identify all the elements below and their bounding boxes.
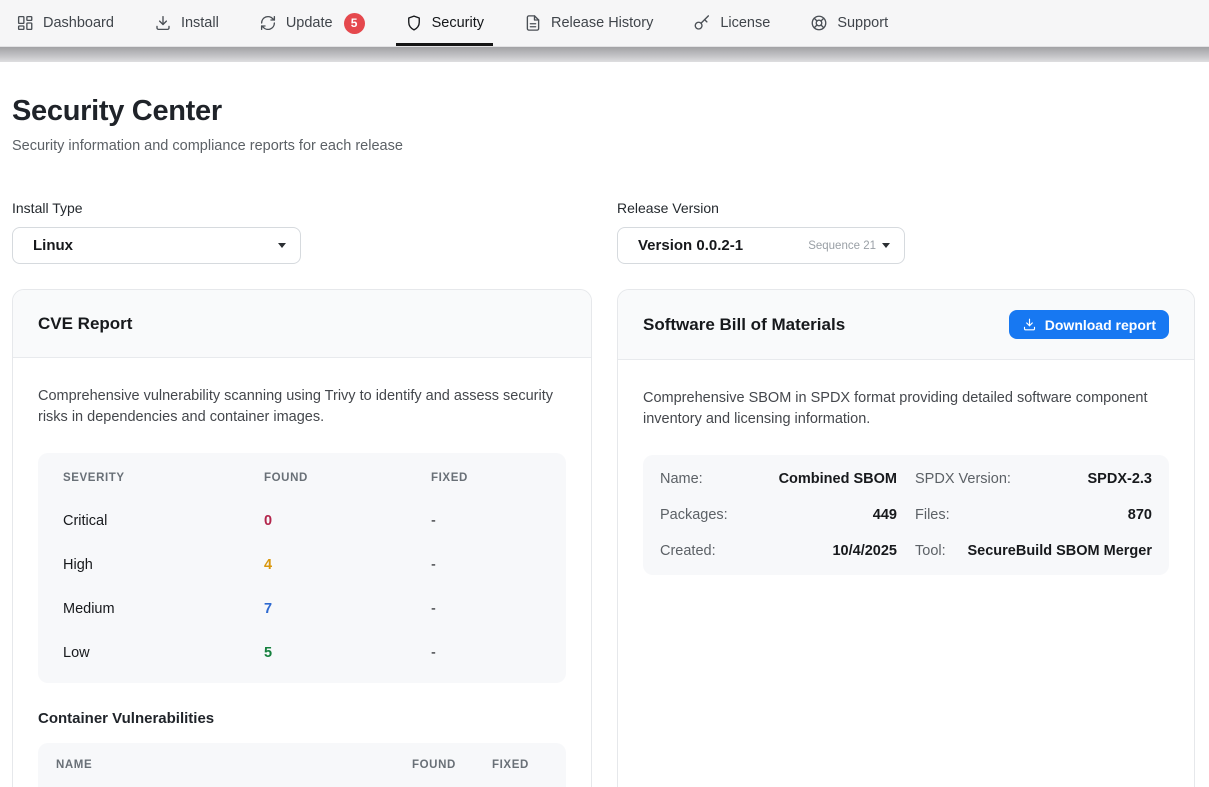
container-vulnerabilities-title: Container Vulnerabilities xyxy=(38,710,566,727)
sbom-description: Comprehensive SBOM in SPDX format provid… xyxy=(643,388,1168,431)
fixed-value: - xyxy=(431,601,541,617)
chevron-down-icon xyxy=(882,243,890,248)
nav-item-label: Support xyxy=(837,15,888,31)
list-item: Tool: SecureBuild SBOM Merger xyxy=(915,533,1152,569)
release-version-label: Release Version xyxy=(617,200,1195,216)
page-title: Security Center xyxy=(12,95,1195,128)
found-value: 7 xyxy=(264,601,431,617)
column-header-severity: SEVERITY xyxy=(63,472,264,484)
nav-item-security[interactable]: Security xyxy=(405,0,484,46)
info-label: SPDX Version: xyxy=(915,471,1011,487)
container-table-header: NAME FOUND FIXED xyxy=(38,743,566,787)
info-value: 870 xyxy=(1128,507,1152,523)
install-type-select[interactable]: Linux xyxy=(12,227,301,264)
release-version-value: Version 0.0.2-1 xyxy=(638,237,743,254)
column-header-fixed: FIXED xyxy=(431,472,541,484)
nav-item-label: Update xyxy=(286,15,333,31)
download-report-button[interactable]: Download report xyxy=(1009,310,1169,339)
page-subtitle: Security information and compliance repo… xyxy=(12,138,1195,154)
update-badge: 5 xyxy=(344,13,365,34)
list-item: Name: Combined SBOM xyxy=(660,461,897,497)
cve-report-header: CVE Report xyxy=(13,290,591,358)
severity-label: Low xyxy=(63,645,264,661)
info-label: Name: xyxy=(660,471,703,487)
list-item: Packages: 449 xyxy=(660,497,897,533)
nav-item-support[interactable]: Support xyxy=(810,0,888,46)
cve-report-card: CVE Report Comprehensive vulnerability s… xyxy=(12,289,592,787)
top-nav: Dashboard Install Update 5 Security Rele… xyxy=(0,0,1209,47)
sbom-title: Software Bill of Materials xyxy=(643,315,845,335)
chevron-down-icon xyxy=(278,243,286,248)
found-value: 0 xyxy=(264,513,431,529)
severity-table: SEVERITY FOUND FIXED Critical 0 - High 4… xyxy=(38,453,566,683)
fixed-value: - xyxy=(431,513,541,529)
install-type-label: Install Type xyxy=(12,200,592,216)
info-label: Packages: xyxy=(660,507,728,523)
nav-item-label: Security xyxy=(432,15,484,31)
column-header-found: FOUND xyxy=(264,472,431,484)
dashboard-icon xyxy=(16,14,34,32)
info-value: 10/4/2025 xyxy=(832,543,897,559)
info-value: Combined SBOM xyxy=(779,471,897,487)
info-value: 449 xyxy=(873,507,897,523)
table-row: Low 5 - xyxy=(38,631,566,675)
nav-item-label: License xyxy=(720,15,770,31)
install-type-filter: Install Type Linux xyxy=(12,200,592,264)
severity-label: Critical xyxy=(63,513,264,529)
sequence-label: Sequence 21 xyxy=(808,240,876,252)
info-value: SecureBuild SBOM Merger xyxy=(967,543,1152,559)
list-item: Files: 870 xyxy=(915,497,1152,533)
info-value: SPDX-2.3 xyxy=(1088,471,1152,487)
nav-item-label: Install xyxy=(181,15,219,31)
shield-icon xyxy=(405,14,423,32)
key-icon xyxy=(693,14,711,32)
sbom-info-grid: Name: Combined SBOM SPDX Version: SPDX-2… xyxy=(643,455,1169,575)
install-type-value: Linux xyxy=(33,237,73,254)
cve-report-description: Comprehensive vulnerability scanning usi… xyxy=(38,386,563,429)
table-row: Medium 7 - xyxy=(38,587,566,631)
download-icon xyxy=(154,14,172,32)
nav-item-label: Dashboard xyxy=(43,15,114,31)
fixed-value: - xyxy=(431,557,541,573)
found-value: 5 xyxy=(264,645,431,661)
list-item: Created: 10/4/2025 xyxy=(660,533,897,569)
cve-report-title: CVE Report xyxy=(38,314,132,334)
nav-item-install[interactable]: Install xyxy=(154,0,219,46)
table-row: High 4 - xyxy=(38,543,566,587)
download-report-label: Download report xyxy=(1045,317,1156,333)
severity-label: Medium xyxy=(63,601,264,617)
info-label: Created: xyxy=(660,543,716,559)
fixed-value: - xyxy=(431,645,541,661)
nav-item-release-history[interactable]: Release History xyxy=(524,0,653,46)
nav-item-update[interactable]: Update 5 xyxy=(259,0,365,46)
document-icon xyxy=(524,14,542,32)
nav-item-license[interactable]: License xyxy=(693,0,770,46)
sbom-header: Software Bill of Materials Download repo… xyxy=(618,290,1194,360)
lifebuoy-icon xyxy=(810,14,828,32)
column-header-fixed: FIXED xyxy=(492,759,548,771)
nav-shadow-strip xyxy=(0,47,1209,62)
download-icon xyxy=(1022,317,1037,332)
release-version-select[interactable]: Version 0.0.2-1 Sequence 21 xyxy=(617,227,905,264)
nav-item-dashboard[interactable]: Dashboard xyxy=(16,0,114,46)
release-version-filter: Release Version Version 0.0.2-1 Sequence… xyxy=(617,200,1195,264)
found-value: 4 xyxy=(264,557,431,573)
sbom-card: Software Bill of Materials Download repo… xyxy=(617,289,1195,787)
table-row: Critical 0 - xyxy=(38,499,566,543)
nav-item-label: Release History xyxy=(551,15,653,31)
column-header-name: NAME xyxy=(56,759,412,771)
severity-header-row: SEVERITY FOUND FIXED xyxy=(38,457,566,499)
info-label: Files: xyxy=(915,507,950,523)
column-header-found: FOUND xyxy=(412,759,492,771)
severity-label: High xyxy=(63,557,264,573)
list-item: SPDX Version: SPDX-2.3 xyxy=(915,461,1152,497)
info-label: Tool: xyxy=(915,543,946,559)
refresh-icon xyxy=(259,14,277,32)
